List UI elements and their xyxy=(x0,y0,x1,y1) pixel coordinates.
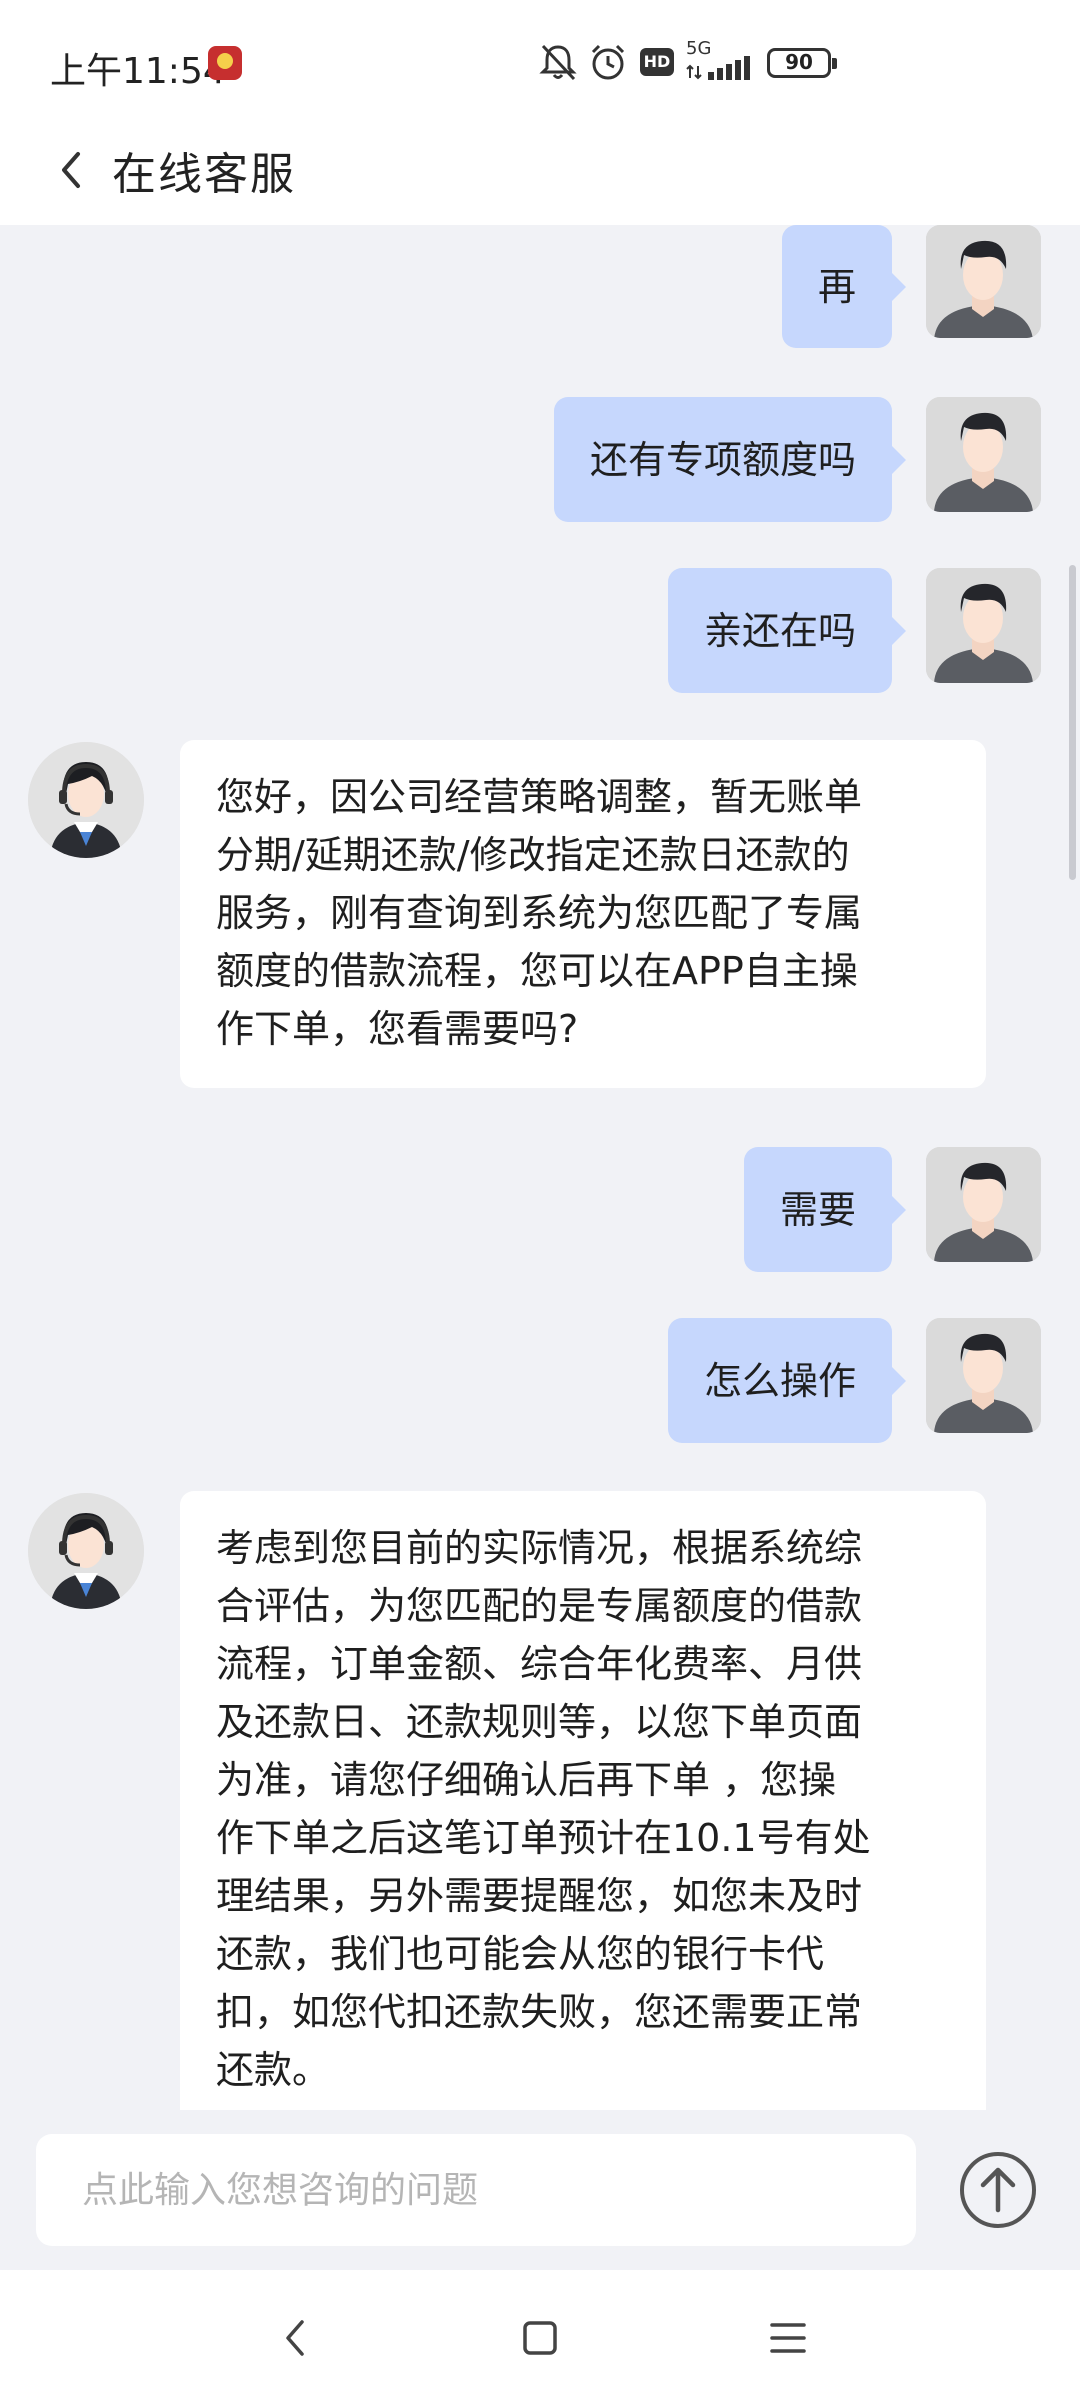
user-message-bubble: 还有专项额度吗 xyxy=(553,397,907,522)
page-title: 在线客服 xyxy=(112,149,296,200)
message-line: 合评估，为您匹配的是专属额度的借款 xyxy=(216,1584,863,1628)
message-line: 考虑到您目前的实际情况，根据系统综 xyxy=(216,1526,863,1570)
chat-area[interactable]: 再 还有专项额度吗 亲还在吗 您好，因公司经营策略调整，暂无账单 分期/延期还款… xyxy=(0,225,1080,2110)
user-message-bubble: 亲还在吗 xyxy=(667,568,907,693)
hd-icon: HD xyxy=(640,48,674,76)
message-line: 作下单之后这笔订单预计在10.1号有处 xyxy=(216,1816,871,1860)
agent-avatar[interactable] xyxy=(28,1493,144,1609)
user-avatar-icon xyxy=(926,1147,1041,1262)
support-agent-icon xyxy=(28,1493,144,1609)
message-line: 额度的借款流程，您可以在APP自主操 xyxy=(216,949,858,993)
message-line: 为准，请您仔细确认后再下单 ，您操 xyxy=(216,1758,837,1802)
app-notification-icon xyxy=(208,46,242,80)
system-nav-bar xyxy=(0,2270,1080,2400)
user-message-bubble: 怎么操作 xyxy=(667,1318,907,1443)
alarm-icon xyxy=(591,44,625,80)
message-text: 亲还在吗 xyxy=(703,608,856,653)
message-line: 您好，因公司经营策略调整，暂无账单 xyxy=(216,775,863,819)
user-avatar[interactable] xyxy=(926,225,1041,338)
message-line: 分期/延期还款/修改指定还款日还款的 xyxy=(216,833,850,877)
battery-level: 90 xyxy=(785,50,813,74)
send-button[interactable] xyxy=(958,2150,1038,2230)
agent-message-bubble: 考虑到您目前的实际情况，根据系统综 合评估，为您匹配的是专属额度的借款 流程，订… xyxy=(180,1491,986,2110)
message-line: 作下单，您看需要吗? xyxy=(216,1007,579,1051)
input-bar xyxy=(0,2110,1080,2270)
message-text: 再 xyxy=(817,264,856,309)
chevron-left-icon xyxy=(62,152,80,188)
home-square-icon[interactable] xyxy=(510,2308,570,2368)
message-line: 还款。 xyxy=(216,2048,331,2092)
user-avatar-icon xyxy=(926,225,1041,338)
message-line: 扣，如您代扣还款失败，您还需要正常 xyxy=(216,1990,863,2034)
user-message-bubble: 再 xyxy=(781,225,907,348)
user-message-bubble: 需要 xyxy=(743,1147,907,1272)
message-line: 还款，我们也可能会从您的银行卡代 xyxy=(216,1932,825,1976)
message-text: 怎么操作 xyxy=(703,1358,856,1403)
mute-bell-icon xyxy=(539,44,577,81)
battery-icon: 90 xyxy=(767,48,837,78)
message-line: 服务，刚有查询到系统为您匹配了专属 xyxy=(216,891,863,935)
message-input[interactable] xyxy=(36,2134,916,2246)
user-avatar[interactable] xyxy=(926,1318,1041,1433)
user-avatar[interactable] xyxy=(926,397,1041,512)
back-triangle-icon[interactable] xyxy=(266,2308,326,2368)
agent-message-bubble: 您好，因公司经营策略调整，暂无账单 分期/延期还款/修改指定还款日还款的 服务，… xyxy=(180,740,986,1088)
menu-lines-icon[interactable] xyxy=(758,2308,818,2368)
message-line: 及还款日、还款规则等，以您下单页面 xyxy=(216,1700,863,1744)
user-avatar[interactable] xyxy=(926,1147,1041,1262)
user-avatar[interactable] xyxy=(926,568,1041,683)
scrollbar[interactable] xyxy=(1069,565,1076,880)
agent-avatar[interactable] xyxy=(28,742,144,858)
status-time: 上午11:54 xyxy=(50,51,226,92)
message-line: 理结果，另外需要提醒您，如您未及时 xyxy=(216,1874,863,1918)
support-agent-icon xyxy=(28,742,144,858)
user-avatar-icon xyxy=(926,397,1041,512)
signal-icon xyxy=(686,56,750,80)
message-text: 还有专项额度吗 xyxy=(589,437,856,482)
message-line: 流程，订单金额、综合年化费率、月供 xyxy=(216,1642,863,1686)
user-avatar-icon xyxy=(926,1318,1041,1433)
back-button[interactable] xyxy=(48,140,98,200)
user-avatar-icon xyxy=(926,568,1041,683)
message-text: 需要 xyxy=(779,1187,856,1232)
header: 在线客服 xyxy=(0,120,1080,225)
status-bar: 上午11:54 HD 5G 90 xyxy=(0,0,1080,120)
